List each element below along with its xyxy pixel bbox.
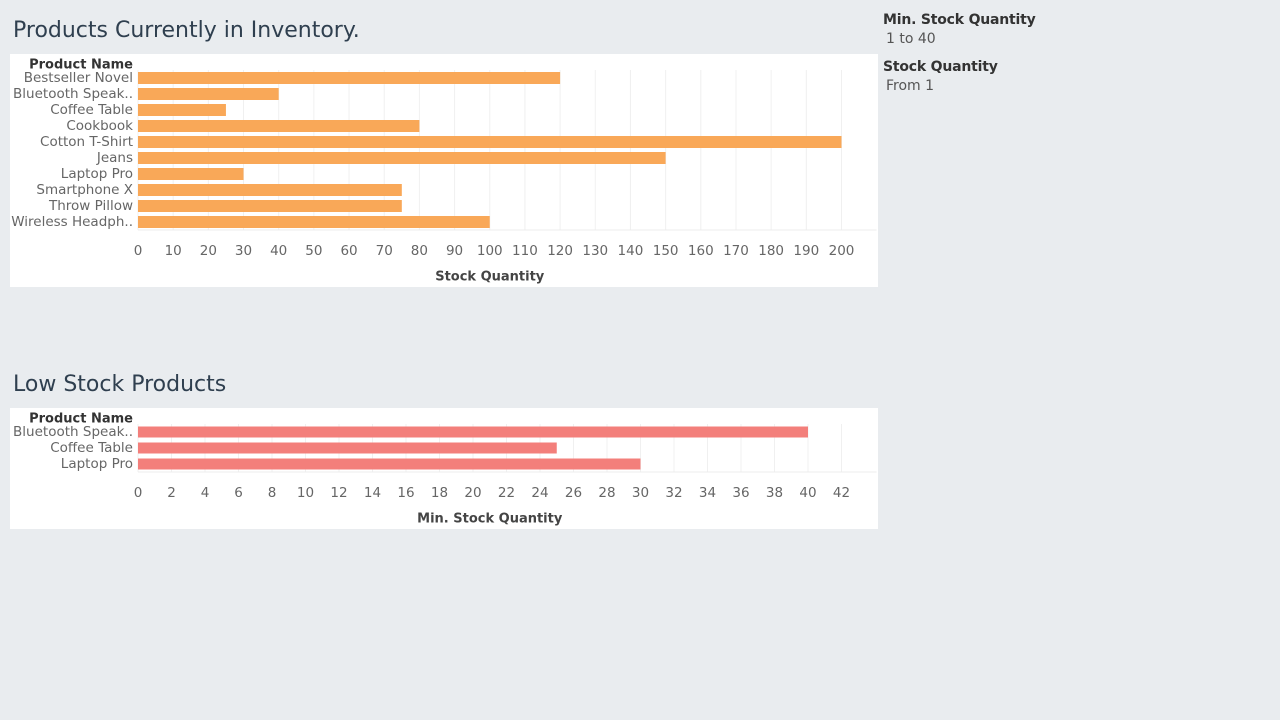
bar <box>138 200 402 212</box>
category-label: Laptop Pro <box>61 456 133 472</box>
tick-label: 50 <box>305 243 322 259</box>
tick-label: 150 <box>653 243 679 259</box>
tick-label: 160 <box>688 243 714 259</box>
bar <box>138 442 557 454</box>
filter-min-stock-quantity[interactable]: Min. Stock Quantity 1 to 40 <box>883 12 1036 47</box>
tick-label: 180 <box>758 243 784 259</box>
bar <box>138 72 561 84</box>
tick-label: 14 <box>364 485 381 501</box>
tick-label: 10 <box>165 243 182 259</box>
chart-title-low-stock: Low Stock Products <box>13 372 227 397</box>
bar <box>138 88 279 100</box>
bar <box>138 216 490 228</box>
tick-label: 28 <box>598 485 615 501</box>
category-label: Bluetooth Speak.. <box>13 424 133 440</box>
category-label: Smartphone X <box>36 182 133 198</box>
tick-label: 24 <box>531 485 548 501</box>
category-label: Cookbook <box>66 118 133 134</box>
tick-label: 0 <box>134 485 143 501</box>
category-label: Coffee Table <box>50 102 133 118</box>
tick-label: 10 <box>297 485 314 501</box>
tick-label: 26 <box>565 485 582 501</box>
tick-label: 200 <box>829 243 855 259</box>
inventory-bar-chart: Product NameBestseller NovelBluetooth Sp… <box>11 58 877 285</box>
tick-label: 20 <box>464 485 481 501</box>
bar <box>138 426 808 438</box>
tick-label: 32 <box>665 485 682 501</box>
tick-label: 190 <box>793 243 819 259</box>
tick-label: 80 <box>411 243 428 259</box>
tick-label: 20 <box>200 243 217 259</box>
filter-value[interactable]: From 1 <box>883 78 998 94</box>
bar <box>138 184 402 196</box>
tick-label: 0 <box>134 243 143 259</box>
tick-label: 4 <box>201 485 210 501</box>
x-axis-label: Stock Quantity <box>435 270 545 285</box>
tick-label: 120 <box>547 243 573 259</box>
category-label: Cotton T-Shirt <box>40 134 133 150</box>
category-label: Throw Pillow <box>48 198 133 214</box>
bar <box>138 120 420 132</box>
category-label: Bestseller Novel <box>24 70 133 86</box>
category-label: Coffee Table <box>50 440 133 456</box>
low-stock-bar-chart: Product NameBluetooth Speak..Coffee Tabl… <box>13 412 877 527</box>
category-label: Laptop Pro <box>61 166 133 182</box>
tick-label: 6 <box>234 485 243 501</box>
tick-label: 30 <box>632 485 649 501</box>
category-label: Wireless Headph.. <box>11 214 133 230</box>
filter-title: Stock Quantity <box>883 59 998 75</box>
inventory-chart-panel: Product Name Bestseller Novel Bluetooth Sp… <box>10 54 878 287</box>
tick-label: 2 <box>167 485 176 501</box>
bar <box>138 168 244 180</box>
bar <box>138 136 842 148</box>
filter-value[interactable]: 1 to 40 <box>883 31 1036 47</box>
bar <box>138 104 226 116</box>
tick-label: 60 <box>340 243 357 259</box>
filter-title: Min. Stock Quantity <box>883 12 1036 28</box>
tick-label: 140 <box>618 243 644 259</box>
tick-label: 42 <box>833 485 850 501</box>
bar <box>138 458 641 470</box>
tick-label: 170 <box>723 243 749 259</box>
tick-label: 70 <box>376 243 393 259</box>
chart-title-inventory: Products Currently in Inventory. <box>13 18 360 43</box>
tick-label: 40 <box>799 485 816 501</box>
tick-label: 8 <box>268 485 277 501</box>
tick-label: 34 <box>699 485 716 501</box>
tick-label: 90 <box>446 243 463 259</box>
tick-label: 16 <box>397 485 414 501</box>
tick-label: 30 <box>235 243 252 259</box>
tick-label: 38 <box>766 485 783 501</box>
tick-label: 18 <box>431 485 448 501</box>
low-stock-chart-panel: Product Name Bluetooth Speak.. Coffee Tabl… <box>10 408 878 529</box>
tick-label: 40 <box>270 243 287 259</box>
tick-label: 130 <box>582 243 608 259</box>
category-label: Jeans <box>96 150 133 166</box>
bar <box>138 152 666 164</box>
tick-label: 36 <box>732 485 749 501</box>
category-label: Bluetooth Speak.. <box>13 86 133 102</box>
tick-label: 110 <box>512 243 538 259</box>
tick-label: 22 <box>498 485 515 501</box>
filter-stock-quantity[interactable]: Stock Quantity From 1 <box>883 59 998 94</box>
tick-label: 100 <box>477 243 503 259</box>
dashboard: Products Currently in Inventory. Product… <box>0 0 1280 720</box>
x-axis-label: Min. Stock Quantity <box>417 512 563 527</box>
tick-label: 12 <box>330 485 347 501</box>
